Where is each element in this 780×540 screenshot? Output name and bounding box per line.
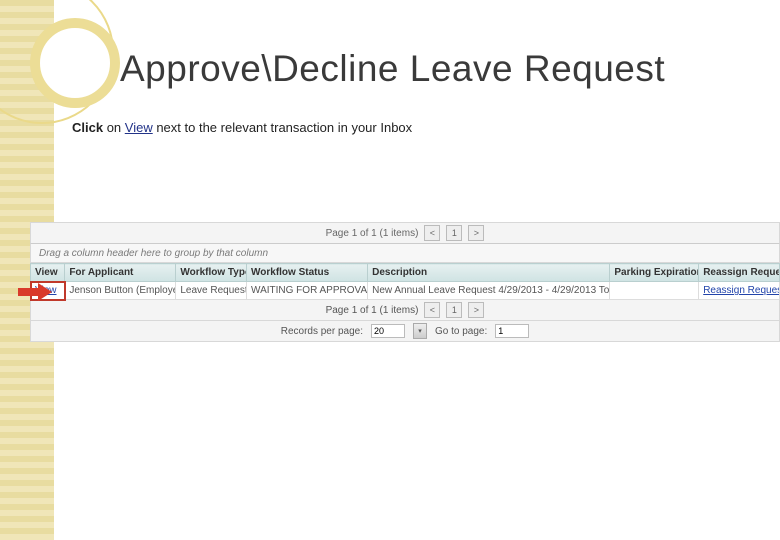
pager-prev-button[interactable]: <	[424, 302, 440, 318]
col-parking-expiration[interactable]: Parking Expiration	[610, 264, 699, 282]
instruction-text: Click on View next to the relevant trans…	[72, 120, 412, 135]
cell-reassign: Reassign Request	[699, 282, 780, 300]
inbox-table: View For Applicant Workflow Type Workflo…	[30, 263, 780, 300]
pager-bottom: Page 1 of 1 (1 items) < 1 >	[30, 300, 780, 321]
pager-page-1-button[interactable]: 1	[446, 302, 462, 318]
cell-workflow-type: Leave Request	[176, 282, 247, 300]
records-per-page-label: Records per page:	[281, 326, 363, 337]
cell-applicant: Jenson Button (Employee)	[65, 282, 176, 300]
col-description[interactable]: Description	[368, 264, 610, 282]
instruction-link: View	[125, 120, 153, 135]
col-reassign-request[interactable]: Reassign Request	[699, 264, 780, 282]
instruction-bold: Click	[72, 120, 103, 135]
records-dropdown-icon[interactable]: ▾	[413, 323, 427, 339]
cell-workflow-status: WAITING FOR APPROVAL	[247, 282, 368, 300]
pager-prev-button[interactable]: <	[424, 225, 440, 241]
instruction-rest: next to the relevant transaction in your…	[153, 120, 412, 135]
goto-page-input[interactable]	[495, 324, 529, 338]
pager-top-label: Page 1 of 1 (1 items)	[326, 228, 419, 239]
col-workflow-type[interactable]: Workflow Type	[176, 264, 247, 282]
reassign-link[interactable]: Reassign Request	[703, 285, 779, 296]
inbox-grid-screenshot: Page 1 of 1 (1 items) < 1 > Drag a colum…	[30, 222, 780, 342]
cell-description: New Annual Leave Request 4/29/2013 - 4/2…	[368, 282, 610, 300]
col-view[interactable]: View	[31, 264, 65, 282]
table-row: View Jenson Button (Employee) Leave Requ…	[31, 282, 780, 300]
table-header-row: View For Applicant Workflow Type Workflo…	[31, 264, 780, 282]
cell-parking-expiration	[610, 282, 699, 300]
col-workflow-status[interactable]: Workflow Status	[247, 264, 368, 282]
pager-settings: Records per page: ▾ Go to page:	[30, 321, 780, 342]
instruction-mid: on	[103, 120, 125, 135]
goto-page-label: Go to page:	[435, 326, 487, 337]
callout-arrow-icon	[18, 283, 58, 301]
pager-next-button[interactable]: >	[468, 302, 484, 318]
pager-next-button[interactable]: >	[468, 225, 484, 241]
pager-top: Page 1 of 1 (1 items) < 1 >	[30, 222, 780, 244]
records-per-page-input[interactable]	[371, 324, 405, 338]
group-by-hint[interactable]: Drag a column header here to group by th…	[30, 244, 780, 263]
pager-bottom-label: Page 1 of 1 (1 items)	[326, 305, 419, 316]
col-applicant[interactable]: For Applicant	[65, 264, 176, 282]
page-title: Approve\Decline Leave Request	[120, 48, 665, 90]
pager-page-1-button[interactable]: 1	[446, 225, 462, 241]
